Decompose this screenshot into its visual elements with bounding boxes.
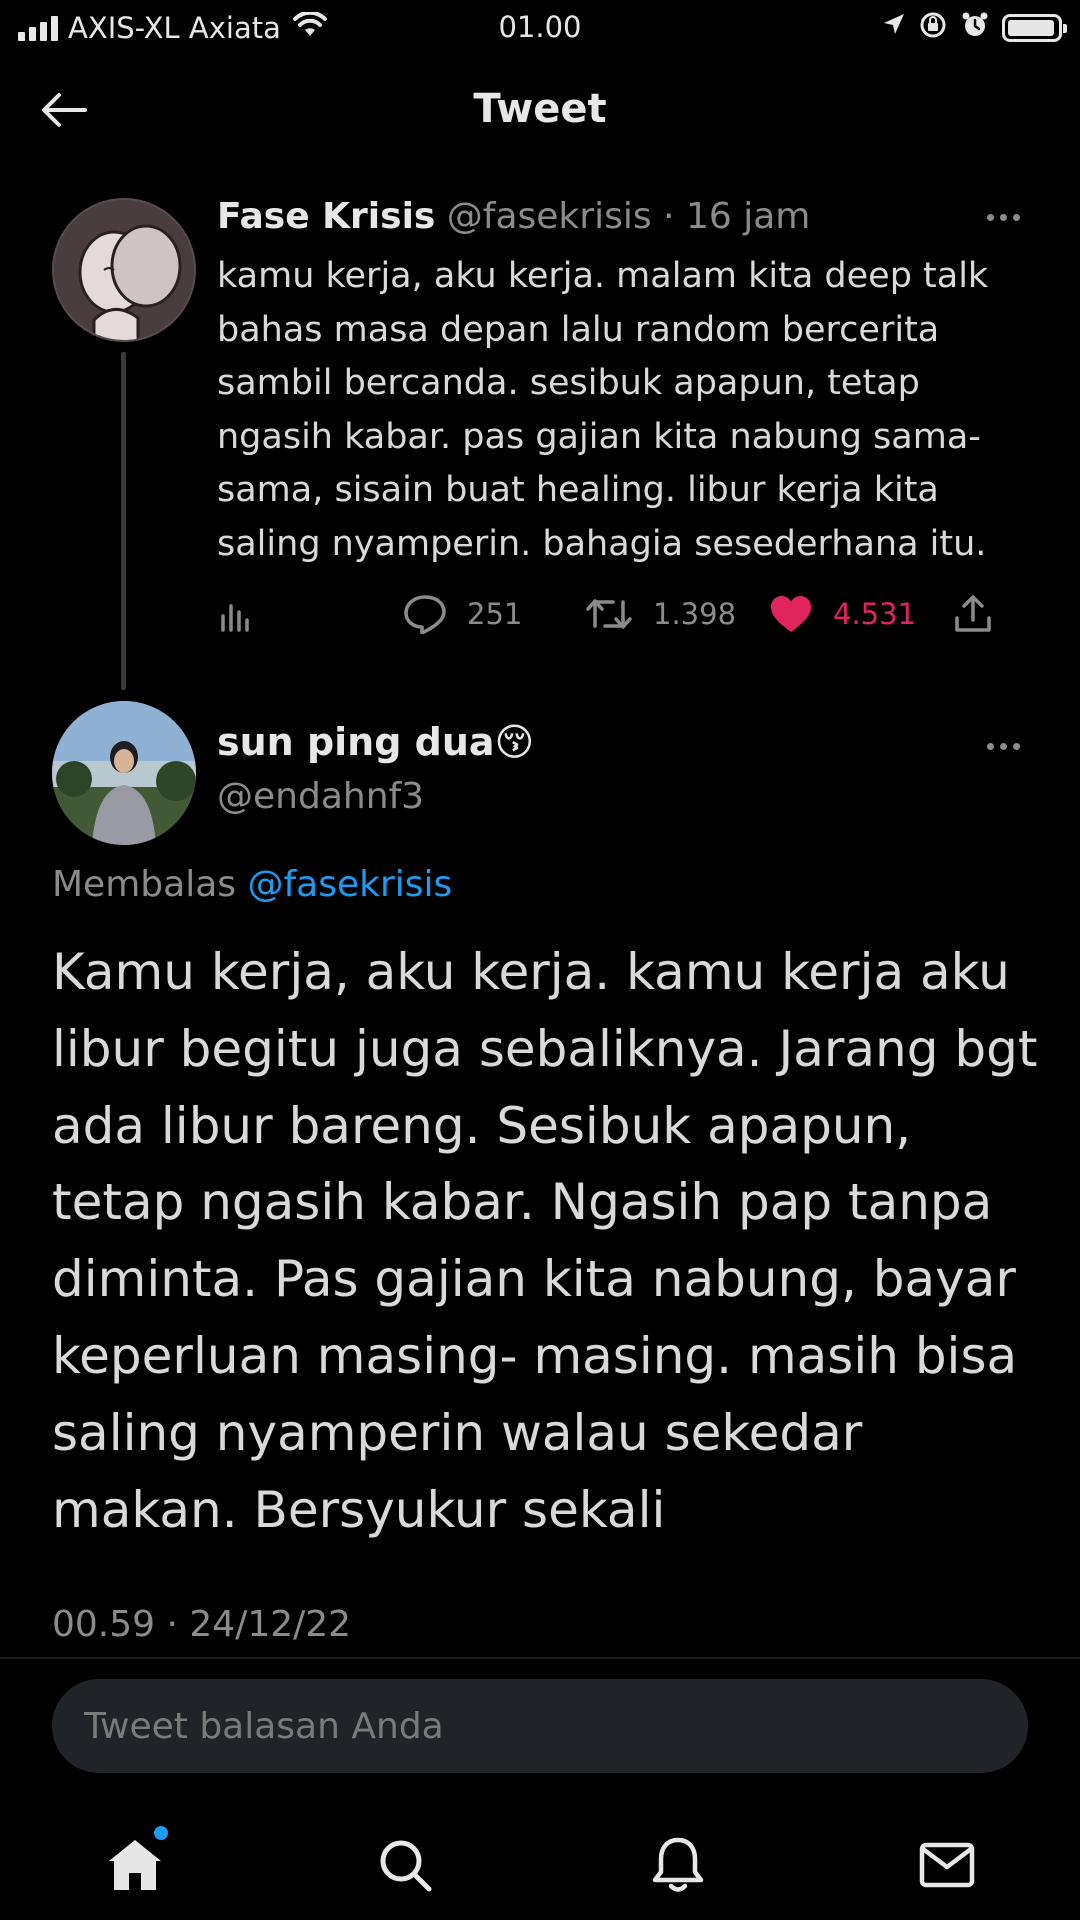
reply-tweet-text: Kamu kerja, aku kerja. kamu kerja aku li… — [52, 943, 1038, 1539]
share-button[interactable] — [953, 584, 993, 644]
tweet-timestamp: 00.59 · 24/12/22 — [52, 1604, 352, 1645]
nav-notifications[interactable] — [643, 1830, 713, 1900]
parent-more-button[interactable] — [978, 202, 1028, 232]
reply-count: 251 — [467, 597, 523, 631]
mail-icon — [919, 1842, 975, 1888]
retweet-count: 1.398 — [653, 597, 737, 631]
reply-input[interactable] — [52, 1679, 1028, 1773]
wifi-icon — [292, 10, 327, 45]
emoji: 😚 — [494, 720, 535, 764]
analytics-icon — [221, 604, 249, 632]
replying-to-line: Membalas @fasekrisis — [52, 864, 452, 905]
orientation-lock-icon — [918, 10, 948, 47]
analytics-button[interactable] — [219, 584, 255, 644]
header: Tweet — [0, 70, 1080, 150]
thread-line — [121, 352, 126, 690]
header-separator: · — [663, 196, 675, 237]
reply-count-button[interactable]: 251 — [403, 584, 522, 644]
parent-author-handle[interactable]: @fasekrisis — [447, 196, 652, 237]
replying-to-mention[interactable]: @fasekrisis — [247, 864, 452, 905]
more-dot-icon — [986, 742, 994, 750]
battery-icon — [1002, 14, 1067, 42]
avatar[interactable] — [52, 701, 196, 845]
arrow-left-icon — [42, 93, 87, 127]
bottom-nav — [0, 1800, 1080, 1920]
nav-home[interactable] — [100, 1826, 170, 1900]
share-icon — [955, 595, 991, 632]
signal-icon — [18, 15, 58, 41]
replying-label: Membalas — [52, 864, 237, 905]
alarm-icon — [960, 10, 990, 47]
more-dot-icon — [986, 213, 994, 221]
page-title: Tweet — [473, 86, 607, 132]
reply-composer[interactable] — [52, 1679, 1028, 1773]
reply-author-name[interactable]: sun ping dua😚 — [217, 720, 534, 764]
reply-author-name-text: sun ping dua — [217, 720, 495, 764]
avatar-illustration — [54, 200, 194, 340]
nav-search[interactable] — [370, 1830, 440, 1900]
parent-tweet-actions: 251 1.398 4.531 — [217, 584, 1017, 644]
heart-icon — [771, 596, 811, 632]
retweet-icon — [586, 599, 632, 629]
bell-icon — [652, 1837, 704, 1892]
carrier-name: AXIS-XL Axiata — [68, 11, 281, 45]
divider — [0, 1657, 1080, 1659]
like-button[interactable]: 4.531 — [769, 584, 916, 644]
back-button[interactable] — [36, 86, 92, 134]
status-bar: AXIS-XL Axiata 01.00 — [0, 0, 1080, 56]
parent-author-name[interactable]: Fase Krisis — [217, 196, 435, 237]
battery-level — [1008, 20, 1054, 36]
avatar[interactable] — [52, 198, 196, 342]
parent-tweet-header: Fase Krisis @fasekrisis · 16 jam — [217, 196, 810, 237]
parent-tweet-age: 16 jam — [685, 196, 811, 237]
location-icon — [882, 11, 906, 45]
reply-more-button[interactable] — [978, 731, 1028, 761]
like-count: 4.531 — [833, 597, 917, 631]
notification-dot — [154, 1826, 168, 1840]
comment-icon — [404, 595, 446, 634]
nav-messages[interactable] — [912, 1830, 982, 1900]
reply-author-handle[interactable]: @endahnf3 — [217, 776, 424, 817]
retweet-button[interactable]: 1.398 — [585, 584, 736, 644]
home-icon — [109, 1840, 161, 1890]
search-icon — [380, 1840, 432, 1892]
parent-tweet-text: kamu kerja, aku kerja. malam kita deep t… — [217, 256, 989, 564]
avatar-photo — [52, 701, 196, 845]
